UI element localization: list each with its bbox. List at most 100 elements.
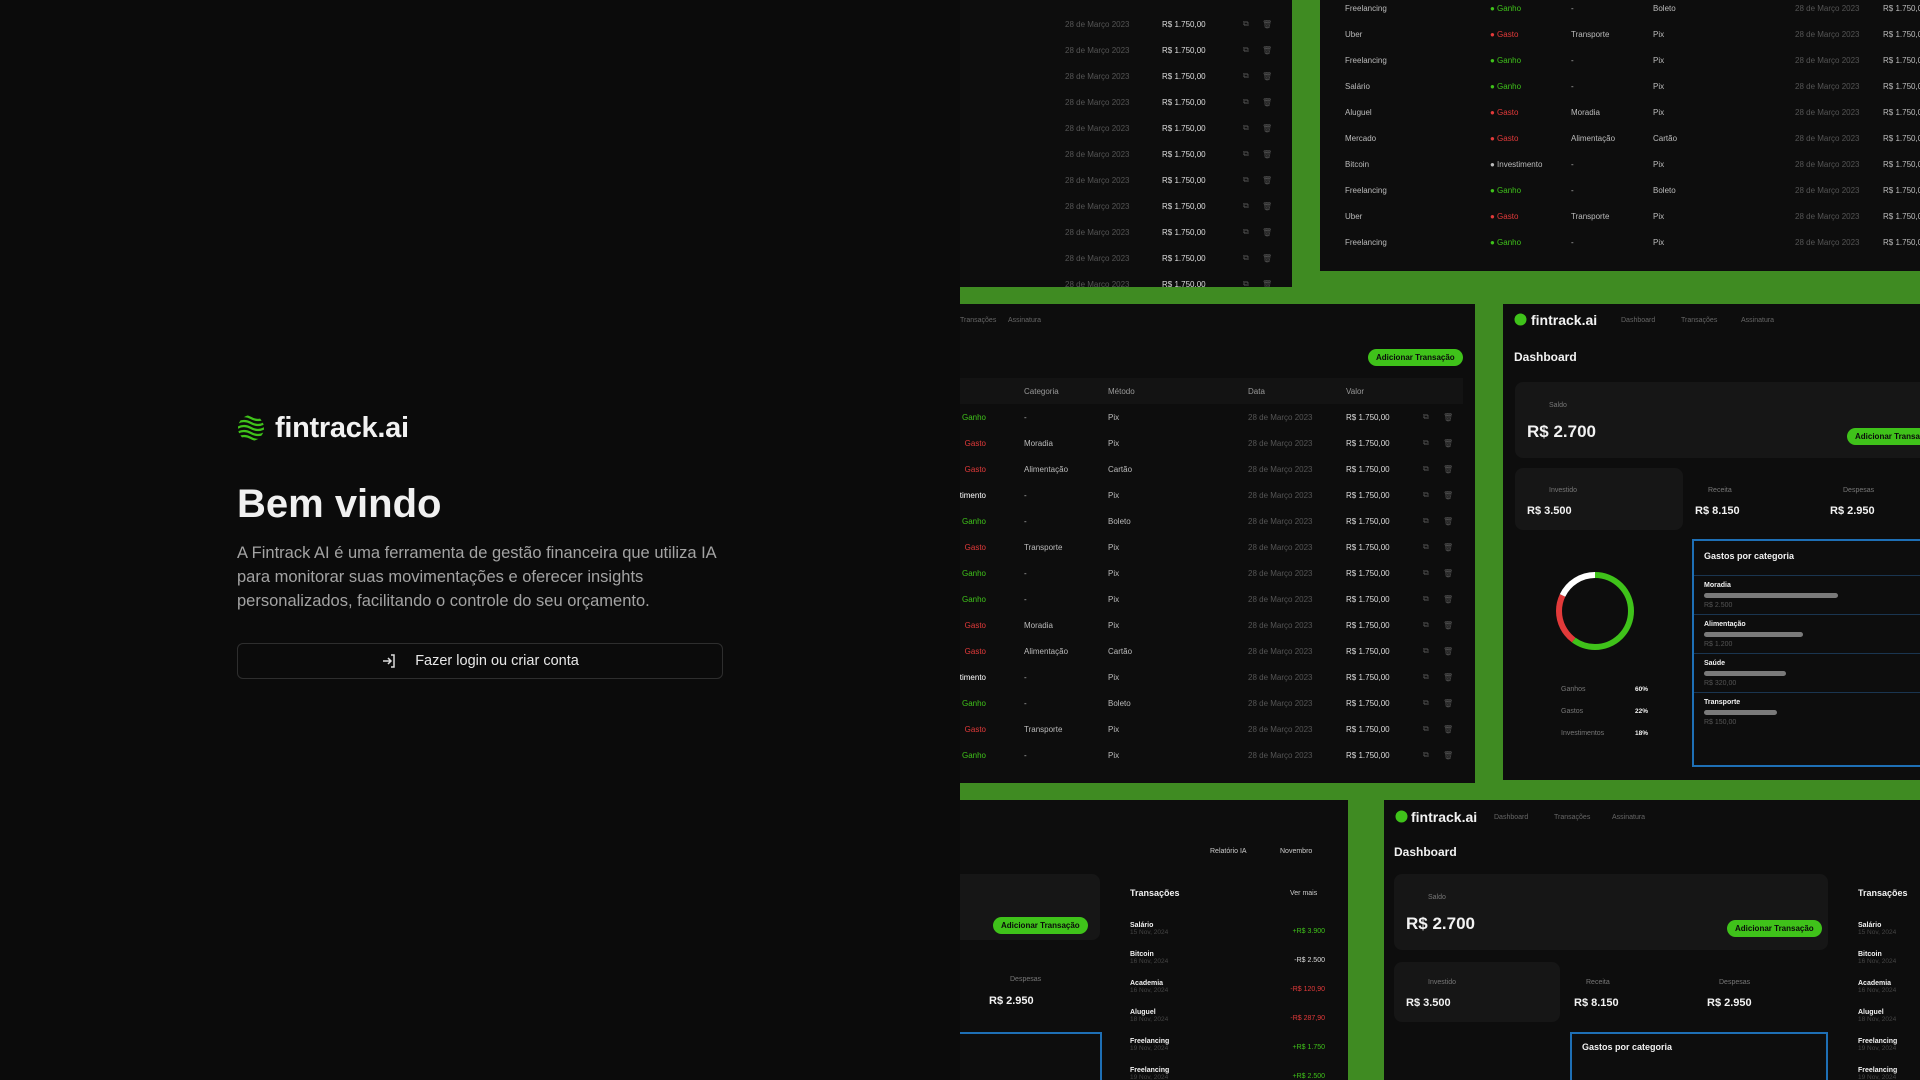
legend-item: Investimentos 18% [1541,720,1651,746]
row-amount: R$ 1.750,00 [1883,159,1920,169]
transaction-item: Bitcoin 16 Nov, 2024 -R$ 2.500 [1130,951,1325,979]
row-method: Pix [1653,211,1665,221]
table-row: Ganho - Pix 28 de Março 2023 R$ 1.750,00 ⧉ 🗑 [960,742,1475,768]
row-amount: R$ 1.750,00 [1346,490,1390,500]
transaction-name: Salário [1858,922,1882,929]
row-type: ● Ganho [1490,237,1522,247]
row-method: Pix [1108,412,1120,422]
edit-icon: ⧉ [1243,227,1249,236]
row-method: Pix [1108,490,1120,500]
delete-icon: 🗑 [1262,45,1273,55]
delete-icon: 🗑 [1262,279,1273,288]
delete-icon: 🗑 [1262,253,1273,263]
row-category: - [1024,412,1027,422]
row-amount: R$ 1.750,00 [1162,253,1206,263]
transactions-title: Transações [1130,888,1180,898]
brand-name: fintrack.ai [275,411,409,444]
row-amount: R$ 1.750,00 [1346,438,1390,448]
row-method: Pix [1108,724,1120,734]
row-date: 28 de Março 2023 [1065,71,1130,81]
despesas-value-3: R$ 2.950 [1707,997,1752,1009]
table-row: Aluguel ● Gasto Moradia Pix 28 de Março 2023… [1320,99,1920,125]
row-type: Ganho [961,594,986,604]
welcome-section: fintrack.ai Bem vindo A Fintrack AI é um… [237,412,723,679]
row-category: Moradia [1024,438,1053,448]
table-row: Gasto Moradia Pix 28 de Março 2023 R$ 1.750,… [960,612,1475,638]
edit-icon: ⧉ [1243,97,1249,106]
investido-value-2: R$ 3.500 [1406,997,1451,1009]
transaction-amount: +R$ 3.900 [1292,928,1326,935]
preview-nav-assinatura: Assinatura [1741,317,1775,324]
receita-label-2: Receita [1586,979,1610,986]
edit-icon: ⧉ [1243,201,1249,210]
row-category: Transporte [1571,211,1610,221]
investido-label: Investido [1549,487,1578,494]
category-item: Saúde R$ 320,00 [1694,653,1920,692]
transaction-date: 18 Nov, 2024 [1858,1016,1897,1023]
row-date: 28 de Março 2023 [1065,201,1130,211]
row-date: 28 de Março 2023 [1065,279,1130,288]
row-date: 28 de Março 2023 [1248,568,1313,578]
row-name: Uber [1345,29,1363,39]
transaction-name: Bitcoin [1858,951,1882,958]
edit-icon: ⧉ [1243,149,1249,158]
row-amount: R$ 1.750,00 [1162,175,1206,185]
see-more-link: Ver mais [1290,890,1318,897]
preview-brand: fintrack.ai [1531,312,1598,328]
despesas-label: Despesas [1843,487,1875,494]
fintrack-logo-icon [1514,313,1527,326]
row-method: Cartão [1108,646,1133,656]
row-date: 28 de Março 2023 [1248,464,1313,474]
row-category: - [1571,159,1574,169]
legend-label: Gastos [1561,707,1584,715]
header-data: Data [1248,387,1265,396]
table-row: Investimento - Pix 28 de Março 2023 R$ 1.750… [960,482,1475,508]
table-row: 28 de Março 2023 R$ 1.750,00 ⧉ 🗑 [960,89,1292,115]
table-row: 28 de Março 2023 R$ 1.750,00 ⧉ 🗑 [960,11,1292,37]
row-amount: R$ 1.750,00 [1883,107,1920,117]
header-valor: Valor [1346,387,1365,396]
row-amount: R$ 1.750,00 [1162,71,1206,81]
login-button[interactable]: Fazer login ou criar conta [237,643,723,679]
row-method: Pix [1653,237,1665,247]
row-amount: R$ 1.750,00 [1346,542,1390,552]
row-type: Ganho [961,698,986,708]
preview-add-transaction-button: Adicionar Transação [1368,349,1463,366]
row-category: Moradia [1024,620,1053,630]
category-item: Moradia R$ 2.500 [1694,575,1920,614]
delete-icon: 🗑 [1443,412,1454,422]
table-row: 28 de Março 2023 R$ 1.750,00 ⧉ 🗑 [960,37,1292,63]
edit-icon: ⧉ [1243,279,1249,287]
table-row: 28 de Março 2023 R$ 1.750,00 ⧉ 🗑 [960,271,1292,287]
row-method: Pix [1653,81,1665,91]
saldo-card: Saldo R$ 2.700 Adicionar Transação [1515,382,1920,458]
row-category: Alimentação [1024,464,1069,474]
row-date: 28 de Março 2023 [1248,698,1313,708]
row-date: 28 de Março 2023 [1065,97,1130,107]
row-type: Gasto [964,438,986,448]
row-method: Boleto [1108,698,1131,708]
row-category: - [1024,750,1027,760]
delete-icon: 🗑 [1262,97,1273,107]
delete-icon: 🗑 [1262,201,1273,211]
row-type: ● Ganho [1490,55,1522,65]
category-name: Transporte [1704,699,1741,706]
table-row: Ganho - Pix 28 de Março 2023 R$ 1.750,00 ⧉ 🗑 [960,404,1475,430]
transaction-item: Bitcoin 16 Nov, 2024 [1858,951,1920,979]
preview-nav-dashboard: Dashboard [1621,317,1656,324]
table-row: Freelancing ● Ganho - Boleto 28 de Março 202… [1320,177,1920,203]
delete-icon: 🗑 [1443,542,1454,552]
row-method: Cartão [1653,133,1678,143]
row-date: 28 de Março 2023 [1795,133,1860,143]
header-metodo: Método [1108,387,1135,396]
transaction-item: Salário 15 Nov, 2024 [1858,922,1920,950]
table-row: 28 de Março 2023 R$ 1.750,00 ⧉ 🗑 [960,219,1292,245]
row-date: 28 de Março 2023 [1795,55,1860,65]
row-category: Transporte [1024,724,1063,734]
table-row: Gasto Transporte Pix 28 de Março 2023 R$ 1.7… [960,534,1475,560]
row-method: Pix [1653,55,1665,65]
delete-icon: 🗑 [1443,464,1454,474]
transaction-item: Aluguel 18 Nov, 2024 -R$ 287,90 [1130,1009,1325,1037]
row-type: Ganho [961,568,986,578]
category-bar [1704,632,1804,637]
